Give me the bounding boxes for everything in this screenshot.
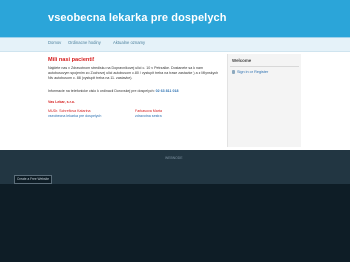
phone-number: 02 63 811 018 — [155, 89, 179, 93]
nurse-role: zdravotna sestra — [135, 114, 162, 119]
doctor-entry: MUDr. Schreflova Katarina vseobecna leka… — [48, 109, 101, 119]
sidebar-title: Welcome — [232, 58, 252, 63]
footer-logo[interactable]: WEBNODE — [165, 156, 183, 160]
sidebar-divider — [230, 66, 299, 67]
doctor-role: vseobecna lekarka pre dospelych — [48, 114, 102, 119]
phone-info-label: Informacie na telefonicke cislo k ordina… — [48, 89, 155, 93]
content-paragraph: Najdete nas v Zdravotnom stredisku na Do… — [48, 66, 219, 81]
user-icon — [232, 70, 235, 74]
signin-label: Sign in or Register — [237, 70, 269, 74]
site-footer: WEBNODE Create a Free Website — [0, 150, 350, 262]
footer-top-band: WEBNODE Create a Free Website — [0, 150, 350, 184]
nav-item-aktualne-oznamy[interactable]: Aktualne oznamy — [113, 40, 145, 45]
create-website-button[interactable]: Create a Free Website — [14, 175, 53, 184]
site-header: vseobecna lekarka pre dospelych — [0, 0, 350, 37]
team-title: Vas Lekar, s.r.o. — [48, 100, 75, 104]
nurse-entry: Farkasova Marta zdravotna sestra — [135, 109, 162, 119]
main-navigation: Domov Ordinacne hodiny Aktualne oznamy — [0, 37, 350, 52]
signin-link[interactable]: Sign in or Register — [232, 69, 268, 75]
site-title[interactable]: vseobecna lekarka pre dospelych — [48, 12, 227, 24]
content-heading: Mili nasi pacienti! — [48, 57, 95, 63]
phone-info: Informacie na telefonicke cislo k ordina… — [48, 89, 220, 94]
nav-item-domov[interactable]: Domov — [48, 40, 61, 45]
sidebar: Welcome Sign in or Register — [227, 54, 301, 147]
nav-item-ordinacne-hodiny[interactable]: Ordinacne hodiny — [68, 40, 101, 45]
